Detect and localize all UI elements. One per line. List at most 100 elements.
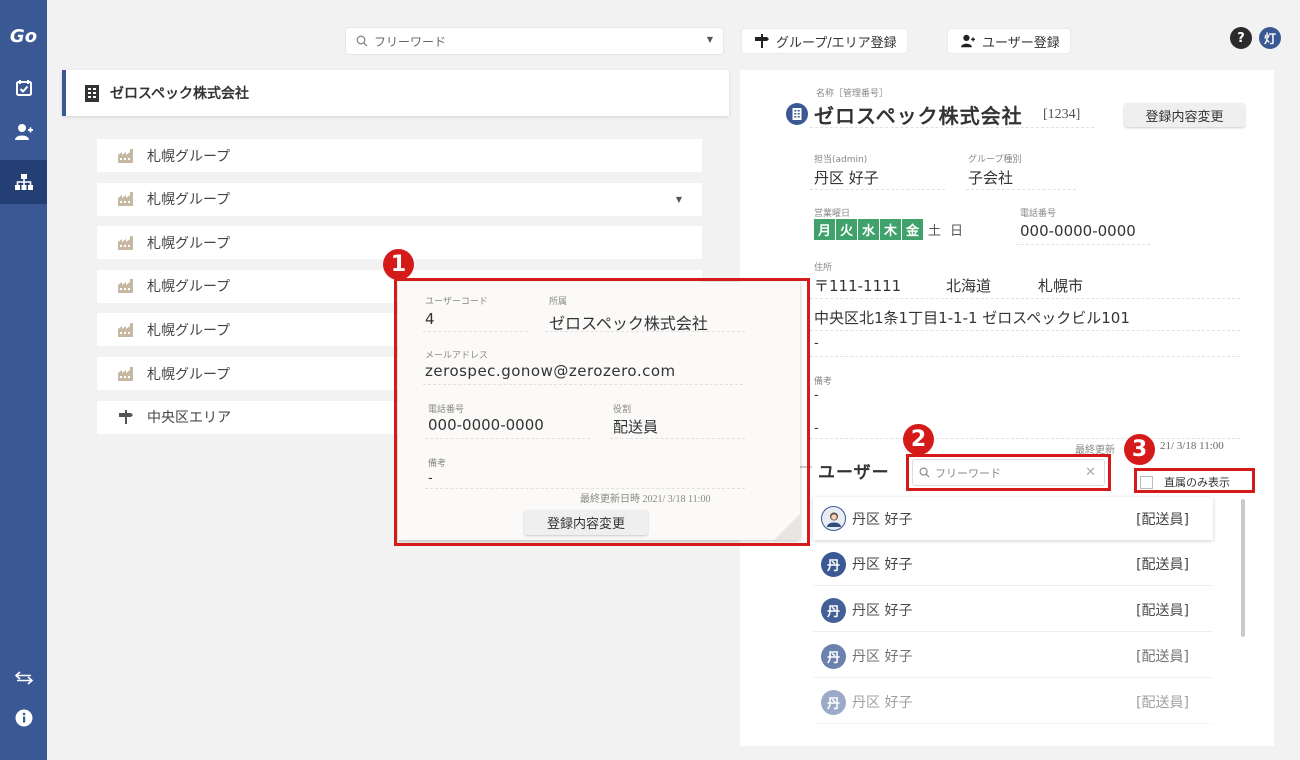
annotation-badge-3: 3 xyxy=(1124,434,1155,465)
group-type-value: 子会社 xyxy=(968,169,1014,187)
group-item-label: 札幌グループ xyxy=(147,235,231,252)
address-line2: - xyxy=(814,336,819,351)
app-logo[interactable]: Go xyxy=(0,26,47,47)
building-circle-icon xyxy=(786,103,808,125)
phone-value: 000-0000-0000 xyxy=(1020,222,1136,240)
user-name: 丹区 好子 xyxy=(852,649,913,665)
group-area-register-button[interactable]: グループ/エリア登録 xyxy=(742,29,907,53)
user-row[interactable]: 丹丹区 好子 [配送員] xyxy=(813,543,1213,586)
manager-label: 担当(admin) xyxy=(814,155,868,165)
divider xyxy=(1016,244,1150,245)
phone-label: 電話番号 xyxy=(1020,209,1057,219)
info-nav[interactable] xyxy=(0,696,47,740)
user-role: [配送員] xyxy=(1136,695,1189,711)
calendar-nav[interactable] xyxy=(0,66,47,110)
day-chip: 木 xyxy=(880,219,901,240)
user-row[interactable]: 丹丹区 好子 [配送員] xyxy=(813,635,1213,678)
user-name: 丹区 好子 xyxy=(852,511,913,528)
divider xyxy=(810,298,1240,299)
divider xyxy=(810,438,1240,439)
factory-icon xyxy=(117,322,147,337)
address-line: 中央区北1条1丁目1-1-1 ゼロスペックビル101 xyxy=(814,309,1130,327)
address-label: 住所 xyxy=(814,263,833,273)
user-role: [配送員] xyxy=(1136,557,1189,573)
city: 札幌市 xyxy=(1038,277,1084,295)
manager-value: 丹区 好子 xyxy=(814,169,879,187)
postal-code: 〒111-1111 xyxy=(814,277,902,295)
highlight-box-2 xyxy=(906,454,1111,491)
day-chip: 金 xyxy=(902,219,923,240)
factory-icon xyxy=(117,235,147,250)
day-chip: 火 xyxy=(836,219,857,240)
avatar: 丹 xyxy=(821,689,846,715)
company-header[interactable]: ゼロスペック株式会社 xyxy=(62,70,729,116)
group-item[interactable]: 札幌グループ xyxy=(97,139,702,172)
user-row[interactable]: 丹丹区 好子 [配送員] xyxy=(813,589,1213,632)
user-name: 丹区 好子 xyxy=(852,603,913,619)
note-value-2: - xyxy=(814,421,819,436)
calendar-check-icon xyxy=(15,80,32,96)
detail-edit-button[interactable]: 登録内容変更 xyxy=(1124,103,1245,127)
highlight-box-3 xyxy=(1134,468,1255,493)
info-icon xyxy=(15,709,32,727)
search-icon xyxy=(356,35,368,47)
swap-arrows-icon xyxy=(14,671,33,685)
signpost-icon xyxy=(755,34,769,48)
help-button[interactable]: ? xyxy=(1230,27,1252,49)
user-row[interactable]: 丹区 好子 [配送員] xyxy=(813,497,1213,540)
annotation-badge-2: 2 xyxy=(903,424,934,455)
name-label: 名称［管理番号］ xyxy=(816,89,889,99)
group-item-label: 札幌グループ xyxy=(147,366,231,383)
user-add-icon xyxy=(961,34,975,48)
highlight-box-1 xyxy=(394,278,810,546)
annotation-badge-1: 1 xyxy=(383,249,414,280)
factory-icon xyxy=(117,192,147,207)
user-row[interactable]: 丹丹区 好子 [配送員] xyxy=(813,681,1213,724)
group-item-label: 札幌グループ xyxy=(147,192,231,209)
users-nav[interactable] xyxy=(0,110,47,154)
org-nav[interactable] xyxy=(0,160,47,204)
divider xyxy=(810,127,1094,128)
detail-company-name: ゼロスペック株式会社 xyxy=(814,104,1023,128)
left-rail: Go xyxy=(0,0,47,760)
note-value-1: - xyxy=(814,388,819,403)
building-icon xyxy=(85,84,99,102)
avatar: 丹 xyxy=(821,551,846,577)
avatar: 丹 xyxy=(821,643,846,669)
avatar: 丹 xyxy=(821,597,846,623)
user-list-scrollbar[interactable] xyxy=(1241,499,1245,637)
day-chip: 月 xyxy=(814,219,835,240)
chevron-down-icon[interactable]: ▼ xyxy=(707,35,713,44)
note-label: 備考 xyxy=(814,377,833,387)
factory-icon xyxy=(117,148,147,163)
divider xyxy=(810,356,1240,357)
user-role: [配送員] xyxy=(1136,511,1189,528)
user-role: [配送員] xyxy=(1136,603,1189,619)
user-register-button[interactable]: ユーザー登録 xyxy=(948,29,1070,53)
group-item[interactable]: 札幌グループ ▼ xyxy=(97,182,702,216)
users-heading: ユーザー xyxy=(818,463,890,483)
user-name: 丹区 好子 xyxy=(852,695,913,711)
divider xyxy=(810,189,945,190)
user-role: [配送員] xyxy=(1136,649,1189,665)
day-chip: 水 xyxy=(858,219,879,240)
day-chip: 日 xyxy=(946,219,967,240)
group-item-label: 中央区エリア xyxy=(147,410,231,427)
management-code: [1234] xyxy=(1043,107,1081,122)
sitemap-icon xyxy=(14,174,33,190)
chevron-down-icon[interactable]: ▼ xyxy=(676,195,682,204)
switch-nav[interactable] xyxy=(0,656,47,700)
group-item-label: 札幌グループ xyxy=(147,279,231,296)
avatar xyxy=(821,506,846,531)
group-type-label: グループ種別 xyxy=(968,155,1022,165)
user-register-label: ユーザー登録 xyxy=(982,35,1060,51)
user-add-icon xyxy=(14,124,33,140)
user-name: 丹区 好子 xyxy=(852,557,913,573)
prefecture: 北海道 xyxy=(946,277,992,295)
updated-time: 21/ 3/18 11:00 xyxy=(1160,440,1224,452)
global-search-input[interactable]: フリーワード ▼ xyxy=(346,28,723,54)
user-avatar[interactable]: 灯 xyxy=(1259,27,1281,49)
day-chip: 土 xyxy=(924,219,945,240)
search-placeholder: フリーワード xyxy=(374,34,447,49)
company-name: ゼロスペック株式会社 xyxy=(110,86,250,102)
